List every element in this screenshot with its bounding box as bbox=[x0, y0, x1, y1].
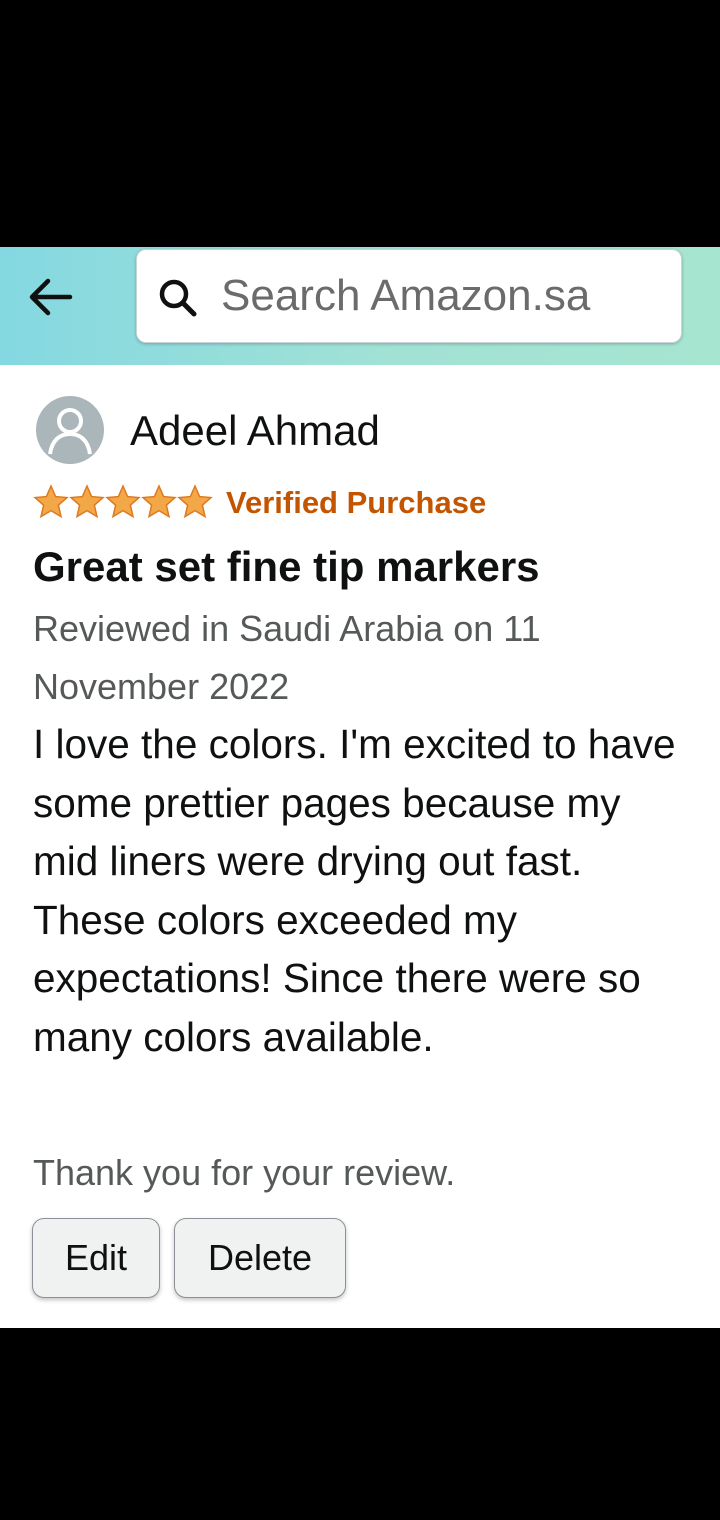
star-rating bbox=[33, 484, 213, 520]
star-icon bbox=[69, 484, 105, 519]
navigation-bar-area bbox=[0, 1328, 720, 1520]
reviewer-avatar bbox=[36, 396, 104, 464]
review-body: I love the colors. I'm excited to have s… bbox=[33, 721, 676, 1060]
star-icon bbox=[33, 484, 69, 519]
review-date: Reviewed in Saudi Arabia on 11 November … bbox=[33, 608, 541, 707]
thanks-message: Thank you for your review. bbox=[33, 1152, 456, 1193]
review-title: Great set fine tip markers bbox=[33, 543, 540, 590]
search-icon[interactable] bbox=[157, 277, 199, 319]
star-icon bbox=[141, 484, 177, 519]
reviewer-name: Adeel Ahmad bbox=[130, 407, 380, 454]
back-button[interactable] bbox=[20, 274, 80, 320]
delete-button[interactable]: Delete bbox=[174, 1218, 346, 1298]
search-input[interactable] bbox=[221, 264, 661, 328]
status-bar-area bbox=[0, 0, 720, 247]
user-avatar-icon bbox=[48, 408, 92, 455]
back-arrow-icon bbox=[29, 278, 73, 316]
star-icon bbox=[105, 484, 141, 519]
edit-button[interactable]: Edit bbox=[32, 1218, 160, 1298]
star-icon bbox=[177, 484, 213, 519]
search-bar[interactable] bbox=[136, 249, 682, 343]
verified-purchase-badge: Verified Purchase bbox=[226, 485, 487, 520]
